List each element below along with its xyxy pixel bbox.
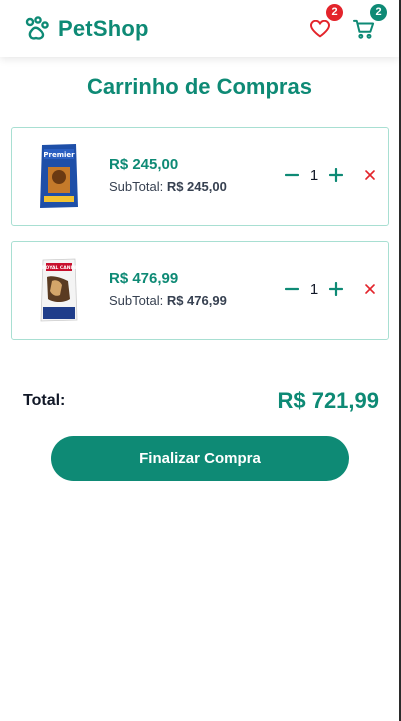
favorites-button[interactable]: 2: [307, 3, 343, 42]
item-subtotal: SubTotal: R$ 476,99: [109, 293, 227, 308]
item-subtotal: SubTotal: R$ 245,00: [109, 179, 227, 194]
cart-button[interactable]: 2: [351, 3, 387, 42]
subtotal-label: SubTotal:: [109, 293, 164, 308]
cart-item-list: Premier R$ 245,00 SubTotal: R$ 245,00 1: [11, 127, 389, 355]
close-icon: [365, 284, 375, 294]
heart-icon: [310, 19, 330, 37]
decrease-quantity-button[interactable]: [284, 280, 300, 298]
subtotal-value: R$ 476,99: [166, 293, 227, 308]
plus-icon: [329, 168, 343, 182]
subtotal-label: SubTotal:: [109, 179, 164, 194]
product-image-premier: Premier: [40, 144, 78, 208]
plus-icon: [329, 282, 343, 296]
total-label: Total:: [23, 392, 66, 409]
quantity-value: 1: [309, 166, 319, 184]
increase-quantity-button[interactable]: [328, 280, 344, 298]
cart-item: ROYAL CANIN R$ 476,99 SubTotal: R$ 476,9…: [11, 241, 389, 340]
item-price: R$ 476,99: [109, 270, 179, 287]
svg-text:ROYAL CANIN: ROYAL CANIN: [42, 265, 76, 271]
order-total: Total: R$ 721,99: [23, 388, 379, 414]
product-image-royal-canin: ROYAL CANIN: [40, 258, 78, 322]
paw-icon: [25, 15, 49, 40]
remove-item-button[interactable]: [363, 168, 377, 182]
subtotal-value: R$ 245,00: [166, 179, 227, 194]
item-info: R$ 476,99 SubTotal: R$ 476,99: [109, 270, 227, 308]
minus-icon: [285, 173, 299, 177]
top-navbar: PetShop 2 2: [0, 0, 399, 57]
cart-item: Premier R$ 245,00 SubTotal: R$ 245,00 1: [11, 127, 389, 226]
quantity-value: 1: [309, 280, 319, 298]
increase-quantity-button[interactable]: [328, 166, 344, 184]
total-value: R$ 721,99: [277, 388, 379, 413]
header-actions: 2 2: [307, 3, 387, 42]
close-icon: [365, 170, 375, 180]
brand[interactable]: PetShop: [24, 16, 149, 42]
minus-icon: [285, 287, 299, 291]
decrease-quantity-button[interactable]: [284, 166, 300, 184]
brand-name: PetShop: [58, 15, 149, 41]
remove-item-button[interactable]: [363, 282, 377, 296]
favorites-count-badge: 2: [326, 3, 343, 21]
quantity-stepper: 1: [284, 280, 344, 298]
svg-text:Premier: Premier: [43, 151, 75, 159]
cart-count-badge: 2: [370, 3, 387, 21]
item-info: R$ 245,00 SubTotal: R$ 245,00: [109, 156, 227, 194]
checkout-button[interactable]: Finalizar Compra: [51, 436, 349, 481]
item-price: R$ 245,00: [109, 156, 179, 173]
page-title: Carrinho de Compras: [87, 74, 312, 99]
cart-icon: [353, 19, 375, 39]
quantity-stepper: 1: [284, 166, 344, 184]
